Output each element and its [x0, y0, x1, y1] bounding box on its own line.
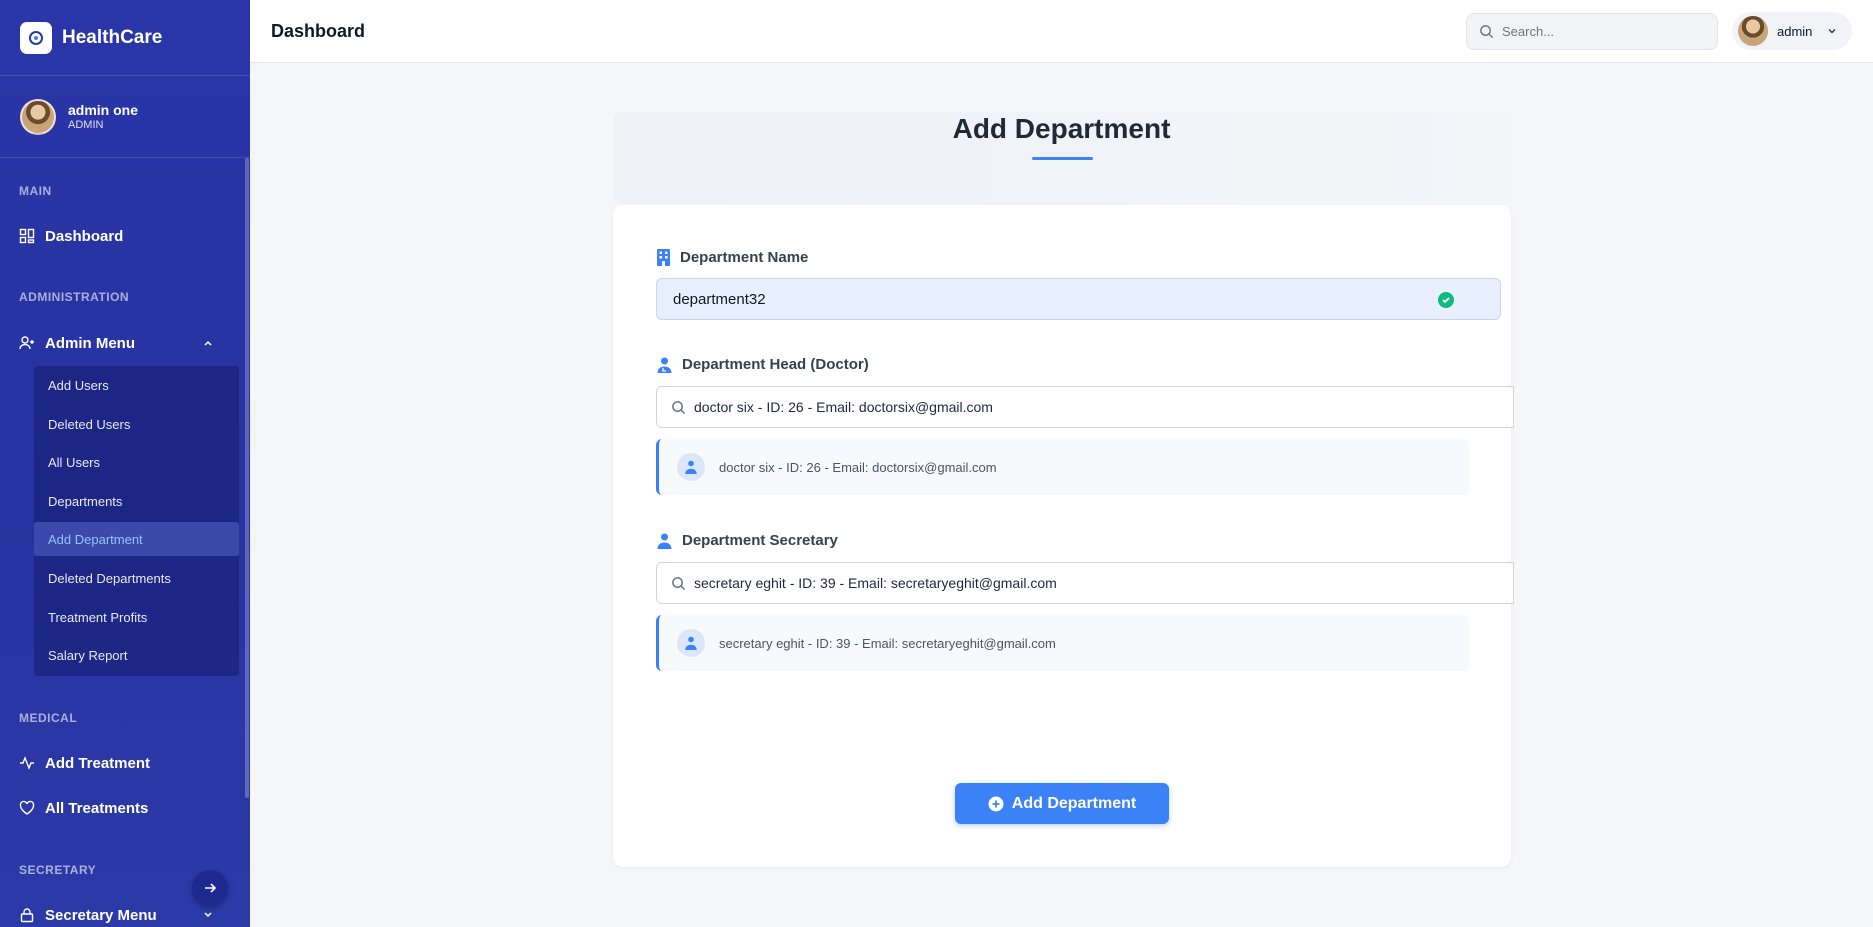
section-label-administration: ADMINISTRATION [19, 290, 130, 304]
result-text: secretary eghit - ID: 39 - Email: secret… [719, 635, 1056, 651]
sidebar-profile: admin one ADMIN [0, 76, 250, 158]
sidebar-item-label: Dashboard [45, 227, 124, 245]
avatar [1738, 16, 1768, 46]
activity-icon [20, 756, 34, 770]
healthcare-logo-icon [20, 21, 52, 54]
sidebar-item-add-treatment[interactable]: Add Treatment [19, 749, 230, 777]
department-secretary-label: Department Secretary [657, 532, 838, 549]
brand[interactable]: HealthCare [0, 0, 250, 76]
submenu-item-departments[interactable]: Departments [34, 484, 239, 518]
label-text: Department Head (Doctor) [682, 356, 869, 373]
label-text: Department Secretary [682, 532, 838, 549]
submenu-item-add-users[interactable]: Add Users [34, 368, 239, 402]
lock-icon [20, 908, 34, 923]
department-name-value: department32 [673, 290, 766, 308]
sidebar-item-label: All Treatments [45, 799, 149, 817]
department-head-label: Department Head (Doctor) [657, 356, 869, 373]
title-underline [1032, 157, 1093, 160]
user-icon [657, 533, 672, 549]
submenu-item-salary-report[interactable]: Salary Report [34, 638, 239, 672]
admin-submenu: Add Users Deleted Users All Users Depart… [34, 366, 239, 676]
heart-icon [19, 800, 35, 815]
sidebar-item-all-treatments[interactable]: All Treatments [19, 794, 230, 822]
page-title: Dashboard [271, 21, 366, 41]
submenu-item-deleted-users[interactable]: Deleted Users [34, 407, 239, 441]
sidebar-item-secretary-menu[interactable]: Secretary Menu [19, 901, 230, 927]
user-menu-name: admin [1777, 23, 1813, 39]
search-icon [1480, 25, 1494, 39]
department-head-search[interactable]: doctor six - ID: 26 - Email: doctorsix@g… [656, 386, 1514, 428]
search-icon [672, 400, 686, 414]
sidebar-item-label: Secretary Menu [45, 906, 157, 924]
sidebar-item-admin-menu[interactable]: Admin Menu [19, 329, 230, 357]
submenu-item-deleted-departments[interactable]: Deleted Departments [34, 561, 239, 595]
form-title: Add Department [952, 113, 1171, 144]
arrow-right-icon [205, 883, 217, 893]
section-label-main: MAIN [19, 184, 52, 198]
avatar [20, 98, 56, 135]
button-label: Add Department [1011, 794, 1137, 812]
grid-icon [19, 228, 35, 244]
profile-role: ADMIN [68, 119, 104, 131]
department-head-search-value: doctor six - ID: 26 - Email: doctorsix@g… [694, 399, 993, 415]
department-secretary-search-value: secretary eghit - ID: 39 - Email: secret… [694, 575, 1057, 591]
chevron-down-icon [1828, 28, 1836, 34]
profile-name: admin one [68, 102, 139, 118]
submenu-item-all-users[interactable]: All Users [34, 445, 239, 479]
sidebar-item-label: Admin Menu [45, 334, 135, 352]
department-head-result[interactable]: doctor six - ID: 26 - Email: doctorsix@g… [656, 439, 1469, 495]
sidebar-item-dashboard[interactable]: Dashboard [19, 222, 230, 250]
check-circle-icon [1438, 292, 1454, 308]
user-menu[interactable]: admin [1732, 12, 1852, 50]
result-text: doctor six - ID: 26 - Email: doctorsix@g… [719, 459, 997, 475]
search-input[interactable] [1466, 13, 1718, 50]
brand-name: HealthCare [62, 26, 163, 48]
submenu-item-treatment-profits[interactable]: Treatment Profits [34, 600, 239, 634]
user-icon [677, 629, 705, 657]
section-label-medical: MEDICAL [19, 711, 78, 725]
department-name-field[interactable]: department32 [656, 278, 1501, 320]
topbar: Dashboard admin [250, 0, 1873, 63]
chevron-up-icon [204, 340, 212, 346]
collapse-sidebar-button[interactable] [192, 870, 228, 906]
building-icon [657, 249, 670, 266]
search-icon [672, 576, 686, 590]
submenu-item-add-department[interactable]: Add Department [34, 522, 239, 556]
sidebar: HealthCare admin one ADMIN MAIN Dashboar… [0, 0, 250, 927]
search-field[interactable] [1502, 24, 1702, 39]
doctor-icon [677, 453, 705, 481]
department-secretary-result[interactable]: secretary eghit - ID: 39 - Email: secret… [656, 615, 1469, 671]
label-text: Department Name [680, 249, 809, 266]
add-department-button[interactable]: Add Department [955, 783, 1169, 824]
chevron-down-icon [204, 912, 212, 918]
sidebar-item-label: Add Treatment [45, 754, 151, 772]
department-name-label: Department Name [657, 249, 808, 266]
department-secretary-search[interactable]: secretary eghit - ID: 39 - Email: secret… [656, 562, 1514, 604]
plus-circle-icon [988, 796, 1004, 811]
user-plus-icon [19, 336, 34, 350]
sidebar-scrollbar[interactable] [245, 158, 249, 798]
section-label-secretary: SECRETARY [19, 863, 97, 877]
doctor-icon [657, 357, 672, 373]
